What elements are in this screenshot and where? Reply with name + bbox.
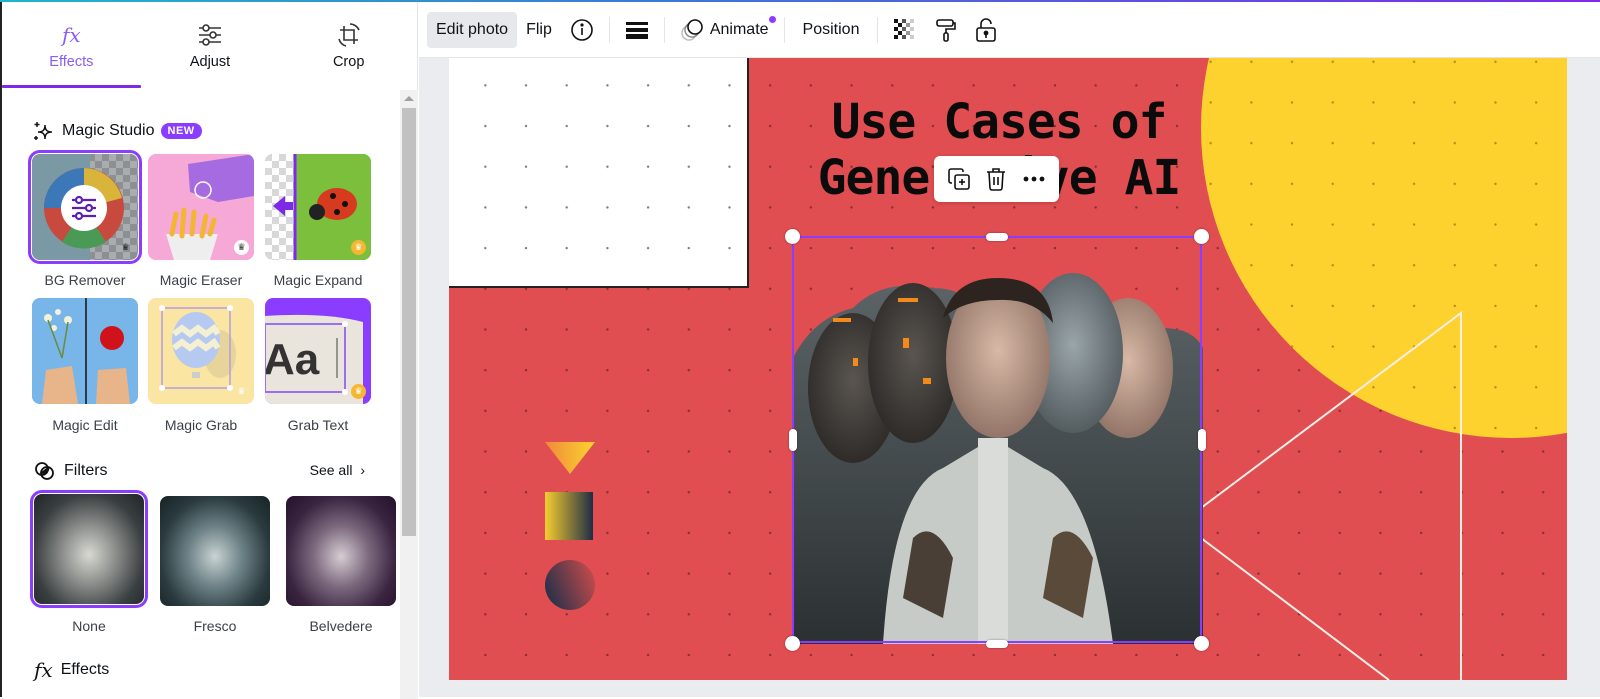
premium-crown-icon: ♛ bbox=[237, 386, 246, 396]
new-badge: NEW bbox=[160, 123, 202, 139]
premium-crown-icon: ♛ bbox=[351, 384, 366, 399]
circle-shape bbox=[545, 560, 595, 610]
tab-adjust[interactable]: Adjust bbox=[141, 2, 280, 88]
toolbar-divider bbox=[877, 16, 879, 43]
copy-style-button[interactable] bbox=[926, 12, 966, 48]
filter-label: Belvedere bbox=[309, 618, 373, 634]
info-button[interactable] bbox=[561, 12, 603, 48]
edit-photo-button[interactable]: Edit photo bbox=[427, 11, 518, 48]
svg-text:Aa: Aa bbox=[265, 335, 320, 384]
border-style-button[interactable] bbox=[616, 12, 658, 48]
panel-tabs: fx Effects Adjust Crop bbox=[2, 2, 418, 88]
premium-crown-icon: ♛ bbox=[234, 240, 249, 255]
flip-button[interactable]: Flip bbox=[517, 12, 561, 48]
tool-magic-edit[interactable] bbox=[32, 298, 138, 404]
crop-rotate-icon bbox=[336, 20, 362, 50]
tool-label: Magic Edit bbox=[52, 417, 118, 433]
tool-magic-eraser[interactable]: ♛ bbox=[148, 154, 254, 260]
unlock-icon bbox=[976, 17, 997, 42]
tool-label: Magic Grab bbox=[164, 417, 238, 433]
resize-handle-top[interactable] bbox=[986, 233, 1008, 241]
tool-grab-text[interactable]: Aa ♛ bbox=[265, 298, 371, 404]
filter-fresco[interactable] bbox=[160, 496, 270, 606]
design-page[interactable]: Use Cases of Generative AI bbox=[449, 58, 1567, 680]
element-context-menu bbox=[934, 156, 1059, 202]
resize-handle-left[interactable] bbox=[789, 429, 797, 451]
filters-header: Filters bbox=[34, 460, 108, 482]
tool-label: Grab Text bbox=[287, 417, 349, 433]
premium-crown-icon: ♛ bbox=[121, 242, 130, 252]
info-icon bbox=[571, 18, 593, 41]
fx-icon: fx bbox=[34, 658, 53, 682]
panel-scrollbar[interactable] bbox=[400, 90, 418, 699]
trash-icon bbox=[987, 168, 1006, 191]
sparkle-icon bbox=[34, 122, 53, 140]
transparency-button[interactable] bbox=[884, 12, 926, 48]
delete-button[interactable] bbox=[981, 164, 1011, 194]
resize-handle-bottom[interactable] bbox=[986, 640, 1008, 648]
premium-crown-icon: ♛ bbox=[351, 240, 366, 255]
tool-label: Magic Expand bbox=[273, 272, 363, 288]
transparency-icon bbox=[894, 18, 915, 39]
tab-effects[interactable]: fx Effects bbox=[2, 2, 141, 88]
filters-icon bbox=[35, 462, 54, 480]
border-style-icon bbox=[625, 21, 648, 39]
tab-crop[interactable]: Crop bbox=[279, 2, 418, 88]
gradient-shapes[interactable] bbox=[539, 438, 599, 613]
toolbar-divider bbox=[663, 16, 665, 43]
see-all-filters-link[interactable]: See all › bbox=[310, 462, 365, 478]
effects-header: fx Effects bbox=[34, 658, 110, 682]
lock-button[interactable] bbox=[966, 12, 1006, 48]
triangle-shape bbox=[545, 442, 595, 474]
sliders-icon bbox=[197, 20, 223, 50]
canvas-workspace: Use Cases of Generative AI bbox=[419, 58, 1600, 697]
more-options-button[interactable] bbox=[1019, 164, 1049, 194]
notification-dot bbox=[768, 15, 776, 23]
scrollbar-thumb[interactable] bbox=[402, 108, 416, 536]
scroll-up-arrow-icon[interactable] bbox=[404, 96, 414, 101]
animate-button[interactable]: Animate bbox=[671, 12, 778, 48]
resize-handle-bottom-left[interactable] bbox=[785, 636, 800, 651]
filter-none[interactable] bbox=[30, 490, 148, 608]
toolbar-divider bbox=[783, 16, 785, 43]
filter-belvedere[interactable] bbox=[286, 496, 396, 606]
tool-bg-remover[interactable]: ♛ bbox=[28, 150, 142, 264]
chevron-right-icon: › bbox=[360, 462, 365, 478]
tool-magic-grab[interactable]: ♛ bbox=[148, 298, 254, 404]
filter-label: None bbox=[72, 618, 106, 634]
filter-label: Fresco bbox=[193, 618, 237, 634]
context-toolbar: Edit photo Flip Animate Position bbox=[419, 2, 1600, 58]
paint-roller-icon bbox=[936, 18, 957, 42]
tool-magic-expand[interactable]: ♛ bbox=[265, 154, 371, 260]
duplicate-button[interactable] bbox=[944, 164, 974, 194]
more-icon bbox=[1023, 176, 1045, 182]
toolbar-divider bbox=[608, 16, 610, 43]
resize-handle-bottom-right[interactable] bbox=[1194, 636, 1209, 651]
magic-studio-header: Magic Studio NEW bbox=[32, 120, 202, 142]
position-button[interactable]: Position bbox=[791, 12, 872, 48]
resize-handle-right[interactable] bbox=[1198, 429, 1206, 451]
fx-icon: fx bbox=[61, 23, 81, 47]
duplicate-icon bbox=[948, 168, 970, 190]
selected-photo[interactable] bbox=[793, 238, 1203, 644]
edit-photo-panel: fx Effects Adjust Crop Magic Studio NEW … bbox=[0, 2, 418, 699]
tool-label: BG Remover bbox=[44, 272, 126, 288]
animate-icon bbox=[681, 18, 703, 41]
square-shape bbox=[545, 492, 593, 540]
resize-handle-top-left[interactable] bbox=[785, 229, 800, 244]
resize-handle-top-right[interactable] bbox=[1194, 229, 1209, 244]
tool-label: Magic Eraser bbox=[159, 272, 243, 288]
